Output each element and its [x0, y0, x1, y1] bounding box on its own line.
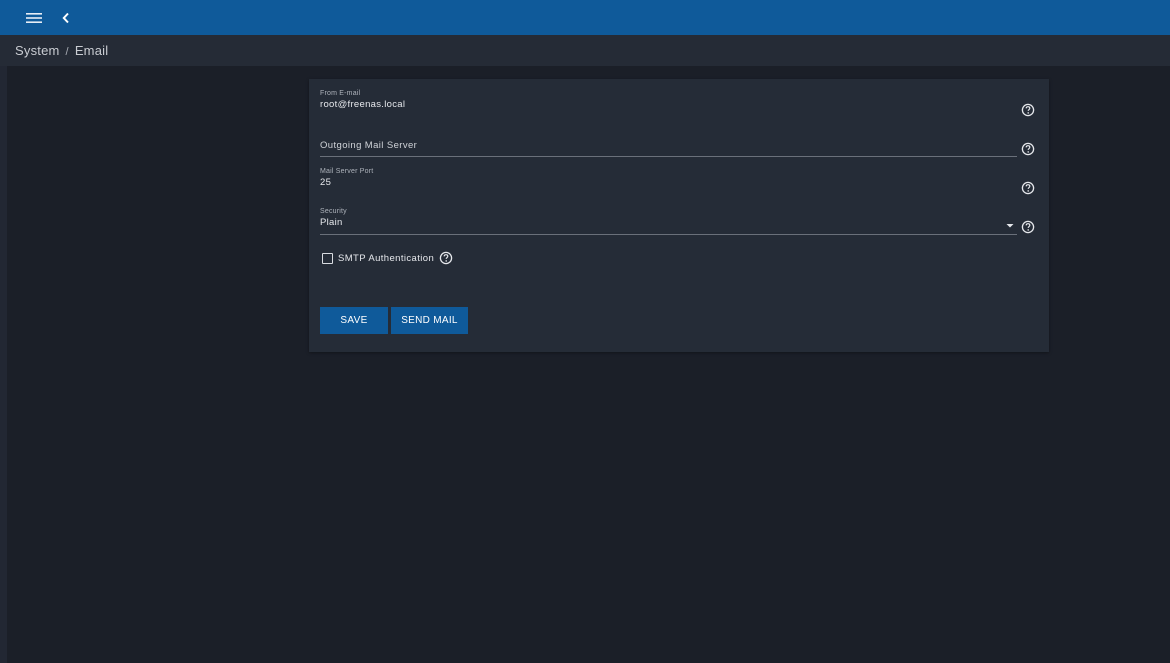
mail-server-port-value[interactable]: 25 [320, 176, 1017, 190]
help-circle-icon[interactable] [1021, 181, 1035, 195]
help-circle-icon[interactable] [1021, 220, 1035, 234]
left-rail [0, 66, 7, 663]
breadcrumb: System / Email [15, 43, 108, 58]
caret-down-icon[interactable] [1005, 218, 1015, 232]
smtp-authentication-label[interactable]: SMTP Authentication [338, 253, 434, 264]
from-email-value[interactable]: root@freenas.local [320, 98, 1017, 112]
menu-button[interactable] [24, 8, 44, 28]
menu-icon [26, 13, 42, 23]
email-settings-card: From E-mail root@freenas.local Outgoing … [309, 79, 1049, 352]
smtp-authentication-checkbox[interactable] [322, 252, 333, 264]
mail-server-port-field[interactable]: Mail Server Port 25 [320, 167, 1017, 197]
breadcrumb-email: Email [74, 43, 109, 58]
help-circle-icon[interactable] [1021, 142, 1035, 156]
from-email-field[interactable]: From E-mail root@freenas.local [320, 89, 1017, 119]
security-underline [320, 234, 1017, 235]
smtp-authentication-row: SMTP Authentication [322, 250, 453, 266]
from-email-label: From E-mail [320, 90, 361, 97]
breadcrumb-bar: System / Email [0, 35, 1170, 66]
breadcrumb-separator: / [65, 46, 69, 58]
outgoing-mail-server-placeholder: Outgoing Mail Server [320, 140, 418, 151]
security-label: Security [320, 208, 347, 215]
save-button[interactable]: SAVE [320, 307, 388, 334]
outgoing-mail-server-field[interactable]: Outgoing Mail Server [320, 139, 1017, 157]
help-circle-icon[interactable] [439, 251, 453, 265]
outgoing-mail-server-underline [320, 156, 1017, 157]
send-mail-button[interactable]: SEND MAIL [391, 307, 468, 334]
security-value[interactable]: Plain [320, 216, 1017, 230]
top-app-bar [0, 0, 1170, 35]
help-circle-icon[interactable] [1021, 103, 1035, 117]
breadcrumb-system[interactable]: System [15, 43, 60, 58]
chevron-left-icon [62, 12, 69, 24]
mail-server-port-label: Mail Server Port [320, 168, 374, 175]
back-button[interactable] [58, 8, 74, 28]
security-select[interactable]: Security Plain [320, 207, 1017, 236]
